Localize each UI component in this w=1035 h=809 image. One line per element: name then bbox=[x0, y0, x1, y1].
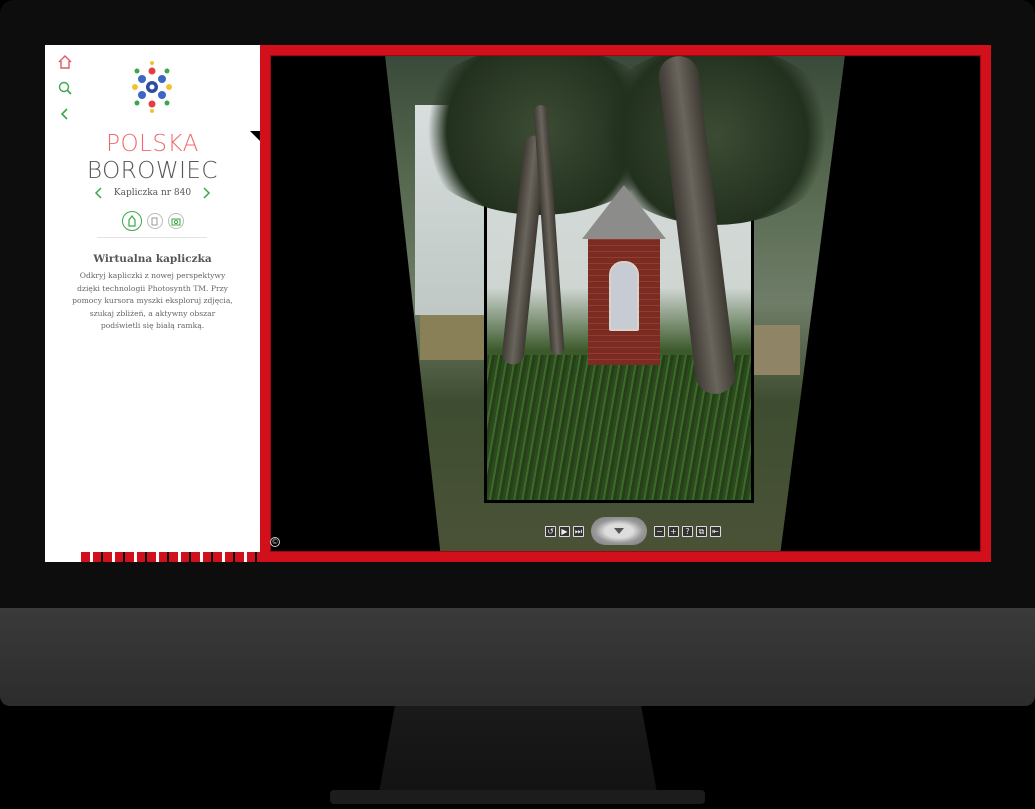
search-icon[interactable] bbox=[56, 79, 74, 97]
prev-shrine-icon[interactable] bbox=[94, 187, 104, 199]
panel-notch bbox=[250, 131, 260, 141]
shrine-navigator: Kapliczka nr 840 bbox=[45, 187, 260, 199]
next-shrine-icon[interactable] bbox=[201, 187, 211, 199]
back-icon[interactable] bbox=[56, 105, 74, 123]
section-description: Odkryj kapliczki z nowej perspektywy dzi… bbox=[72, 271, 233, 330]
copyright-icon[interactable]: © bbox=[270, 537, 280, 547]
title-line-1: POLSKA bbox=[106, 131, 199, 157]
play-icon[interactable]: ▶ bbox=[559, 525, 570, 537]
floral-logo-icon[interactable] bbox=[129, 59, 175, 115]
zoom-out-icon[interactable]: − bbox=[654, 525, 665, 537]
view-mode-tools bbox=[45, 211, 260, 231]
photo-view-button[interactable] bbox=[167, 213, 184, 229]
monitor-stand bbox=[378, 706, 658, 798]
photosynth-viewer[interactable]: ↺ ▶ ⏭ − + ? ⧉ ⇤ © bbox=[260, 45, 991, 562]
monitor-base bbox=[330, 790, 705, 804]
shrine-icon bbox=[127, 215, 136, 227]
exit-icon[interactable]: ⇤ bbox=[710, 525, 721, 537]
document-view-button[interactable] bbox=[146, 213, 163, 229]
viewer-controls: ↺ ▶ ⏭ − + ? ⧉ ⇤ bbox=[545, 517, 735, 545]
rotate-icon[interactable]: ↺ bbox=[545, 525, 556, 537]
home-icon[interactable] bbox=[56, 53, 74, 71]
zoom-in-icon[interactable]: + bbox=[668, 525, 679, 537]
next-icon[interactable]: ⏭ bbox=[573, 525, 584, 537]
shrine-view-button[interactable] bbox=[121, 211, 142, 231]
info-panel: POLSKA BOROWIEC Kapliczka nr 840 Wirtual… bbox=[45, 45, 260, 562]
document-icon bbox=[151, 217, 158, 225]
help-icon[interactable]: ? bbox=[682, 525, 693, 537]
section-title: Wirtualna kapliczka bbox=[93, 253, 212, 265]
overlay-icon[interactable]: ⧉ bbox=[696, 525, 707, 537]
navigation-dpad[interactable] bbox=[591, 517, 647, 545]
red-frame bbox=[260, 45, 991, 562]
camera-icon bbox=[171, 218, 180, 225]
shrine-number-label: Kapliczka nr 840 bbox=[113, 188, 192, 198]
divider bbox=[97, 237, 207, 238]
screen: POLSKA BOROWIEC Kapliczka nr 840 Wirtual… bbox=[45, 45, 991, 562]
monitor-chin bbox=[0, 608, 1035, 706]
side-nav bbox=[56, 53, 74, 131]
title-line-2: BOROWIEC bbox=[87, 158, 218, 184]
folk-pattern-border bbox=[81, 552, 260, 562]
